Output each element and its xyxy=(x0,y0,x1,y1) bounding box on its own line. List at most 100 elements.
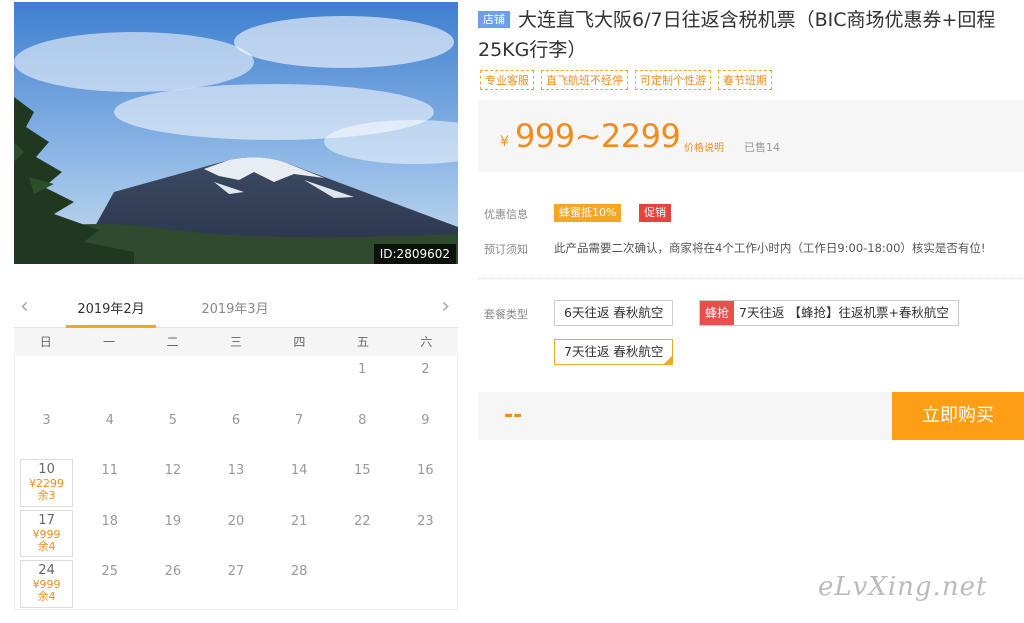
calendar-day: 19 xyxy=(141,508,204,559)
promo-label: 优惠信息 xyxy=(484,208,528,221)
calendar-day-grid: 1 2 3 4 5 6 7 8 9 10 ¥2299 余3 11 12 13 14 15 16 17 ¥999 余4 18… xyxy=(14,356,458,610)
sale-badge: 促销 xyxy=(639,204,671,222)
date-calendar: ‹ 2019年2月 2019年3月 › 日 一 二 三 四 五 六 123456… xyxy=(14,290,458,610)
calendar-day: 14 xyxy=(268,457,331,508)
calendar-day: 7 xyxy=(268,407,331,458)
package-option-text: 7天往返 春秋航空 xyxy=(564,344,664,359)
calendar-day-number: 17 xyxy=(38,512,55,528)
package-option-7day-selected[interactable]: 7天往返 春秋航空 xyxy=(554,339,674,365)
calendar-day: 23 xyxy=(394,508,457,559)
notice-label: 预订须知 xyxy=(484,243,528,256)
calendar-day-number: 12 xyxy=(164,463,182,478)
weekday-header: 日 一 二 三 四 五 六 xyxy=(14,328,458,356)
tab-month-feb[interactable]: 2019年2月 xyxy=(66,298,156,328)
calendar-day-number: 22 xyxy=(354,513,371,529)
calendar-day[interactable]: 24 ¥999 余4 xyxy=(20,560,74,608)
calendar-empty-cell xyxy=(331,558,394,609)
calendar-day-number: 1 xyxy=(358,362,367,377)
image-id-label: ID:2809602 xyxy=(373,244,456,264)
calendar-day-remaining: 余4 xyxy=(37,590,56,603)
buy-now-button[interactable]: 立即购买 xyxy=(892,392,1024,440)
calendar-day: 16 xyxy=(394,457,457,508)
calendar-day-number: 6 xyxy=(231,412,241,428)
purchase-bar: -- 立即购买 xyxy=(478,392,1024,440)
calendar-day-number: 3 xyxy=(42,412,51,428)
total-price: -- xyxy=(504,403,523,428)
calendar-day-number: 26 xyxy=(164,564,182,579)
product-title-text: 大连直飞大阪6/7日往返含税机票（BIC商场优惠券+回程25KG行李） xyxy=(478,9,996,61)
calendar-day-remaining: 余3 xyxy=(37,489,56,502)
calendar-day: 2 xyxy=(394,356,457,407)
package-label: 套餐类型 xyxy=(484,308,528,321)
weekday-label: 二 xyxy=(166,335,179,349)
feature-tag: 专业客服 xyxy=(480,70,534,90)
site-watermark: eLvXing.net xyxy=(818,572,988,602)
weekday-label: 四 xyxy=(293,335,306,349)
calendar-day: 22 xyxy=(331,508,394,559)
calendar-day-number: 4 xyxy=(105,412,114,428)
calendar-day: 3 xyxy=(15,407,78,458)
next-month-chevron-icon[interactable]: › xyxy=(441,296,450,318)
package-option-text: 7天往返 【蜂抢】往返机票+春秋航空 xyxy=(739,305,949,320)
weekday-label: 日 xyxy=(39,335,52,349)
calendar-day-number: 14 xyxy=(290,463,308,478)
calendar-day: 27 xyxy=(204,558,267,609)
price-explain-link[interactable]: 价格说明 xyxy=(684,139,724,154)
calendar-day-number: 25 xyxy=(101,564,118,579)
calendar-day-number: 20 xyxy=(227,513,245,529)
feature-tag: 可定制个性游 xyxy=(635,70,711,90)
calendar-empty-cell xyxy=(78,356,141,407)
calendar-empty-cell xyxy=(141,356,204,407)
currency-symbol: ¥ xyxy=(500,134,509,150)
feature-tags: 专业客服 直飞航班不经停 可定制个性游 春节班期 xyxy=(480,70,772,90)
package-option-text: 6天往返 春秋航空 xyxy=(564,305,664,320)
calendar-day: 21 xyxy=(268,508,331,559)
selected-corner-icon xyxy=(664,356,673,364)
calendar-day: 11 xyxy=(78,457,141,508)
calendar-day: 13 xyxy=(204,457,267,508)
calendar-empty-cell xyxy=(15,356,78,407)
feature-tag: 春节班期 xyxy=(718,70,772,90)
calendar-day-number: 11 xyxy=(101,463,118,478)
calendar-day-number: 10 xyxy=(38,462,55,477)
calendar-day: 20 xyxy=(204,508,267,559)
calendar-day: 15 xyxy=(331,457,394,508)
section-divider xyxy=(478,278,1024,279)
package-option-6day[interactable]: 6天往返 春秋航空 xyxy=(554,300,674,326)
prev-month-chevron-icon[interactable]: ‹ xyxy=(20,296,29,318)
calendar-day-number: 18 xyxy=(101,513,118,529)
calendar-day-number: 16 xyxy=(417,463,434,478)
mountain-landscape-image xyxy=(14,2,458,264)
price-panel: ¥ 999~2299 价格说明 已售14 xyxy=(478,100,1024,172)
calendar-day: 26 xyxy=(141,558,204,609)
calendar-empty-cell xyxy=(394,558,457,609)
calendar-day-number: 21 xyxy=(290,513,308,529)
calendar-month-nav: ‹ 2019年2月 2019年3月 › xyxy=(14,290,458,328)
calendar-day: 4 xyxy=(78,407,141,458)
price-range: 999~2299 xyxy=(515,117,681,155)
calendar-day: 28 xyxy=(268,558,331,609)
calendar-day[interactable]: 17 ¥999 余4 xyxy=(20,509,74,557)
sold-count: 已售14 xyxy=(744,141,780,154)
package-option-7day-flash[interactable]: 蜂抢 7天往返 【蜂抢】往返机票+春秋航空 xyxy=(699,300,959,326)
calendar-day: 18 xyxy=(78,508,141,559)
calendar-day: 6 xyxy=(204,407,267,458)
calendar-day-price: ¥999 xyxy=(32,527,61,541)
calendar-empty-cell xyxy=(268,356,331,407)
calendar-empty-cell xyxy=(204,356,267,407)
weekday-label: 三 xyxy=(229,335,242,349)
calendar-day: 8 xyxy=(331,407,394,458)
flash-sale-badge: 蜂抢 xyxy=(700,301,735,325)
calendar-day: 9 xyxy=(394,407,457,458)
calendar-day-number: 27 xyxy=(227,564,245,579)
tab-month-mar[interactable]: 2019年3月 xyxy=(190,298,280,328)
calendar-day[interactable]: 10 ¥2299 余3 xyxy=(20,459,74,507)
calendar-day-number: 28 xyxy=(290,564,308,579)
calendar-day-number: 2 xyxy=(421,362,430,377)
calendar-day-number: 5 xyxy=(168,412,177,428)
honey-discount-badge: 蜂蜜抵10% xyxy=(554,204,622,222)
calendar-day-number: 7 xyxy=(294,412,304,428)
calendar-day-number: 9 xyxy=(421,412,430,428)
weekday-label: 一 xyxy=(103,335,116,349)
calendar-day: 1 xyxy=(331,356,394,407)
